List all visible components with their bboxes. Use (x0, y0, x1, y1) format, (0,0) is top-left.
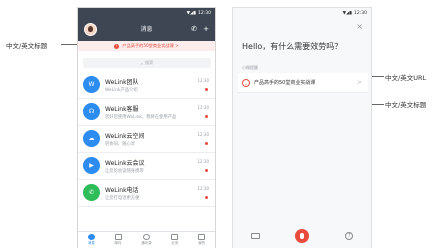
list-item-time: 12:30 (197, 186, 209, 191)
welink-team-icon: W (83, 76, 100, 93)
phone-assistant: ▼◢▮ 12:30 × Hello，有什么需要效劳吗？ 小微提醒 ⌄ 产品高手的… (232, 7, 372, 248)
status-bar: ▼◢▮ 12:30 (78, 8, 215, 19)
microphone-button[interactable] (295, 229, 310, 243)
tab-label: 我的 (198, 241, 206, 245)
status-bar: ▼◢▮ 12:30 (233, 8, 371, 19)
keyboard-icon[interactable] (250, 233, 260, 239)
list-item-title: WeLink客服 (105, 106, 139, 113)
list-item-subtitle: WeLink产品介绍 (105, 88, 138, 93)
tab-label: 邮件 (114, 241, 122, 245)
banner-text: 产品高手的50堂商业实战课 > (122, 43, 179, 48)
tab-messages[interactable]: 消息 (87, 234, 95, 246)
unread-dot (205, 169, 208, 172)
search-placeholder: 搜索 (144, 60, 154, 65)
user-icon (198, 234, 206, 240)
list-item-title: WeLink电话 (105, 187, 139, 194)
assistant-toolbar: ? (233, 224, 371, 248)
headset-icon: ☊ (83, 103, 100, 120)
assistant-greeting: Hello，有什么需要效劳吗？ (242, 42, 343, 51)
list-item[interactable]: ✆ WeLink电话 让您打电话更方便 12:30 (78, 180, 215, 207)
list-item-time: 12:30 (197, 78, 209, 83)
add-icon[interactable]: + (203, 23, 209, 35)
tab-label: 消息 (87, 241, 95, 245)
list-item-title: WeLink团队 (105, 79, 139, 86)
section-label: 小微提醒 (242, 65, 258, 70)
conversation-list: W WeLink团队 WeLink产品介绍 12:30 ☊ WeLink客服 您… (78, 72, 215, 207)
search-icon: ⌕ (140, 60, 143, 66)
unread-dot (205, 142, 208, 145)
help-icon[interactable]: ? (345, 232, 354, 240)
cloud-icon: ☁ (83, 130, 100, 147)
tab-me[interactable]: 我的 (198, 234, 206, 246)
list-item-time: 12:30 (197, 159, 209, 164)
tab-business[interactable]: 业务 (171, 234, 179, 246)
chevron-down-icon: ⌄ (242, 78, 250, 87)
status-time: 12:30 (198, 11, 211, 16)
list-item-subtitle: 让您的会议随身携带 (105, 169, 144, 174)
mail-icon (114, 234, 122, 240)
reminder-title: 产品高手的50堂商业实战课 (254, 80, 316, 86)
grid-icon (171, 234, 179, 240)
chat-icon (87, 234, 95, 240)
chevron-right-icon: > (356, 79, 362, 86)
tab-bar: 消息 邮件 通讯录 业务 我的 (78, 231, 215, 248)
list-item[interactable]: W WeLink团队 WeLink产品介绍 12:30 (78, 72, 215, 99)
tab-mail[interactable]: 邮件 (114, 234, 122, 246)
phone-icon: ✆ (83, 184, 100, 201)
list-item[interactable]: ☊ WeLink客服 您好您使用WeLink，我将在使用产品 12:30 (78, 99, 215, 126)
phone-messages: ▼◢▮ 12:30 消息 ✆ + ! 产品高手的50堂商业实战课 > ⌕ 搜索 … (77, 7, 216, 248)
annotation-right-url: 中文/英文URL (385, 74, 427, 82)
list-item-subtitle: 让您打电话更方便 (105, 196, 140, 201)
unread-dot (205, 88, 208, 91)
signal-icon: ▼◢▮ (186, 11, 197, 16)
status-time: 12:30 (354, 11, 367, 16)
list-item-time: 12:30 (197, 105, 209, 110)
header-bar: 消息 ✆ + (78, 19, 215, 41)
list-item-subtitle: 您好您使用WeLink，我将在使用产品 (105, 115, 177, 120)
list-item-title: WeLink云会议 (105, 160, 145, 167)
tab-contacts[interactable]: 通讯录 (141, 234, 152, 246)
signal-icon: ▼◢▮ (342, 11, 353, 16)
list-item-title: WeLink云空间 (105, 133, 145, 140)
alert-icon: ! (114, 43, 120, 49)
reminder-card[interactable]: ⌄ 产品高手的50堂商业实战课 > (238, 73, 368, 93)
phone-call-icon[interactable]: ✆ (191, 23, 197, 35)
tab-label: 业务 (171, 241, 179, 245)
unread-dot (205, 115, 208, 118)
video-icon: ▶ (83, 157, 100, 174)
microphone-icon (300, 233, 305, 239)
search-input[interactable]: ⌕ 搜索 (83, 58, 211, 68)
close-icon[interactable]: × (356, 23, 363, 31)
header-actions: ✆ + (191, 23, 209, 35)
annotation-left-title: 中文/英文标题 (6, 42, 48, 50)
list-item[interactable]: ▶ WeLink云会议 让您的会议随身携带 12:30 (78, 153, 215, 180)
promo-banner[interactable]: ! 产品高手的50堂商业实战课 > (78, 41, 215, 51)
list-item-subtitle: 轻协同、随心享 (105, 142, 136, 147)
list-item-time: 12:30 (197, 132, 209, 137)
list-item[interactable]: ☁ WeLink云空间 轻协同、随心享 12:30 (78, 126, 215, 153)
contacts-icon (142, 234, 150, 240)
tab-label: 通讯录 (141, 241, 152, 245)
annotation-right-title: 中文/英文标题 (385, 101, 427, 109)
unread-dot (205, 196, 208, 199)
